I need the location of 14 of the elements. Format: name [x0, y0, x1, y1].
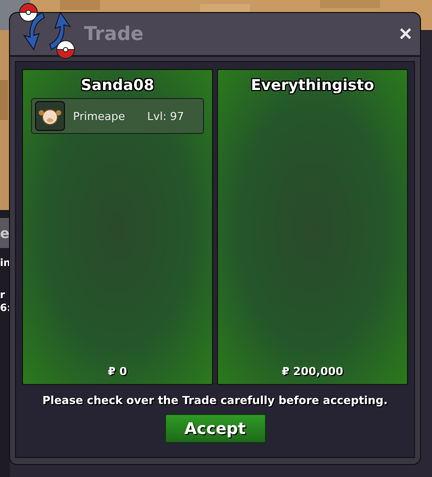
money-amount: ₽ 0: [108, 365, 128, 378]
pokemon-slot[interactable]: Primeape Lvl: 97: [31, 98, 204, 134]
background-window-text: e: [0, 226, 10, 242]
window-title: Trade: [84, 23, 144, 45]
close-button[interactable]: ×: [397, 23, 414, 45]
player-name: Everythingisto: [250, 76, 374, 94]
money-amount: ₽ 200,000: [282, 365, 344, 378]
notice-text: Please check over the Trade carefully before accepting.: [42, 394, 388, 407]
player-name: Sanda08: [80, 76, 154, 94]
background-window-text: r: [0, 290, 5, 301]
accept-button[interactable]: Accept: [164, 414, 266, 443]
pokemon-level: Lvl: 97: [147, 110, 184, 122]
pokemon-name: Primeape: [73, 110, 126, 122]
creature-icon: [35, 101, 65, 131]
